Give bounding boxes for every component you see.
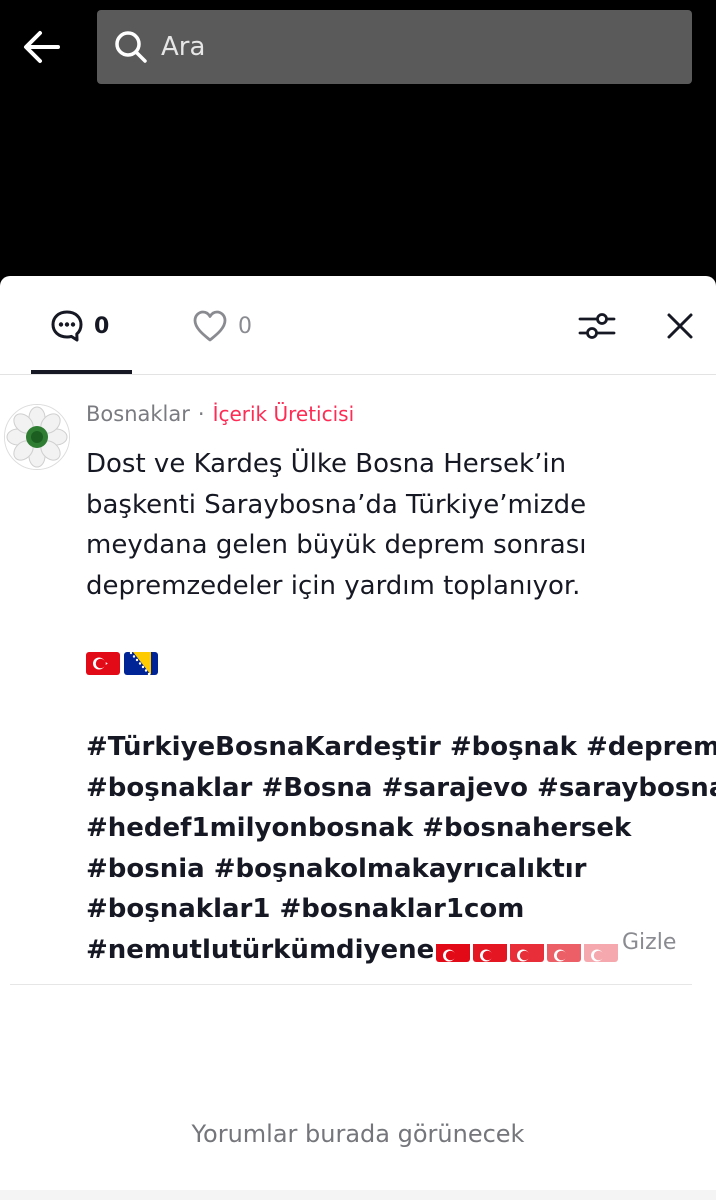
tab-comments[interactable]: 0: [50, 304, 109, 348]
flag-emojis: [86, 652, 158, 682]
hashtag-line[interactable]: #bosnia #boşnakolmakayrıcalıktır: [86, 849, 686, 890]
comment-bubble-icon: [51, 310, 83, 342]
hide-link[interactable]: Gizle: [622, 930, 676, 955]
comment-author-line: Bosnaklar · İçerik Üreticisi: [86, 402, 354, 426]
flower-logo-icon: [5, 405, 69, 469]
turkey-flag-emoji: [473, 939, 508, 962]
heart-icon: [193, 310, 227, 342]
search-bar[interactable]: Ara: [97, 10, 692, 84]
turkey-flag-emoji: [510, 939, 545, 962]
hashtag-block: #TürkiyeBosnaKardeştir #boşnak #deprem #…: [86, 727, 716, 971]
caption-line: depremzedeler için yardım toplanıyor.: [86, 570, 581, 601]
comment-count: 0: [94, 313, 110, 339]
author-name[interactable]: Bosnaklar: [86, 402, 190, 426]
empty-comments-text: Yorumlar burada görünecek: [191, 1120, 525, 1148]
caption-line: başkenti Saraybosna’da Türkiye’mizde: [86, 489, 587, 520]
search-icon: [113, 29, 149, 65]
caption-line: Dost ve Kardeş Ülke Bosna Hersek’in: [86, 449, 567, 479]
turkey-flag-emoji: [547, 939, 582, 962]
trailing-flags: [436, 939, 619, 962]
creator-badge: İçerik Üreticisi: [212, 402, 355, 426]
filter-button[interactable]: [574, 304, 620, 348]
caption-line: meydana gelen büyük deprem sonrası: [86, 530, 587, 560]
hashtag-line-last: #nemutlutürkümdiyene: [86, 930, 686, 971]
search-placeholder: Ara: [161, 32, 206, 62]
turkey-flag-emoji: [436, 939, 471, 962]
hashtag-line[interactable]: #hedef1milyonbosnak #bosnahersek: [86, 808, 686, 849]
active-tab-indicator: [31, 370, 132, 374]
hashtag-last[interactable]: #nemutlutürkümdiyene: [86, 935, 434, 965]
tab-likes[interactable]: 0: [192, 304, 252, 348]
back-button[interactable]: [18, 24, 66, 70]
close-icon: [667, 313, 693, 339]
turkey-flag-emoji: [86, 652, 120, 675]
hashtag-line[interactable]: #TürkiyeBosnaKardeştir #boşnak #deprem: [86, 727, 716, 768]
separator-dot: ·: [197, 402, 205, 426]
post-caption: Dost ve Kardeş Ülke Bosna Hersek’in başk…: [86, 444, 696, 606]
avatar[interactable]: [4, 404, 70, 470]
close-button[interactable]: [660, 304, 700, 348]
turkey-flag-emoji: [584, 939, 619, 962]
like-count: 0: [238, 313, 252, 339]
hashtag-line[interactable]: #boşnaklar #Bosna #sarajevo #saraybosna: [86, 768, 716, 809]
bosnia-flag-emoji: [124, 652, 158, 675]
arrow-left-icon: [24, 31, 60, 63]
comments-tab-bar: 0 0: [0, 276, 716, 375]
hashtag-line[interactable]: #boşnaklar1 #bosnaklar1com: [86, 889, 686, 930]
bottom-edge: [0, 1190, 716, 1200]
divider: [10, 984, 692, 985]
sliders-icon: [578, 313, 616, 339]
top-bar: Ara: [0, 0, 716, 276]
